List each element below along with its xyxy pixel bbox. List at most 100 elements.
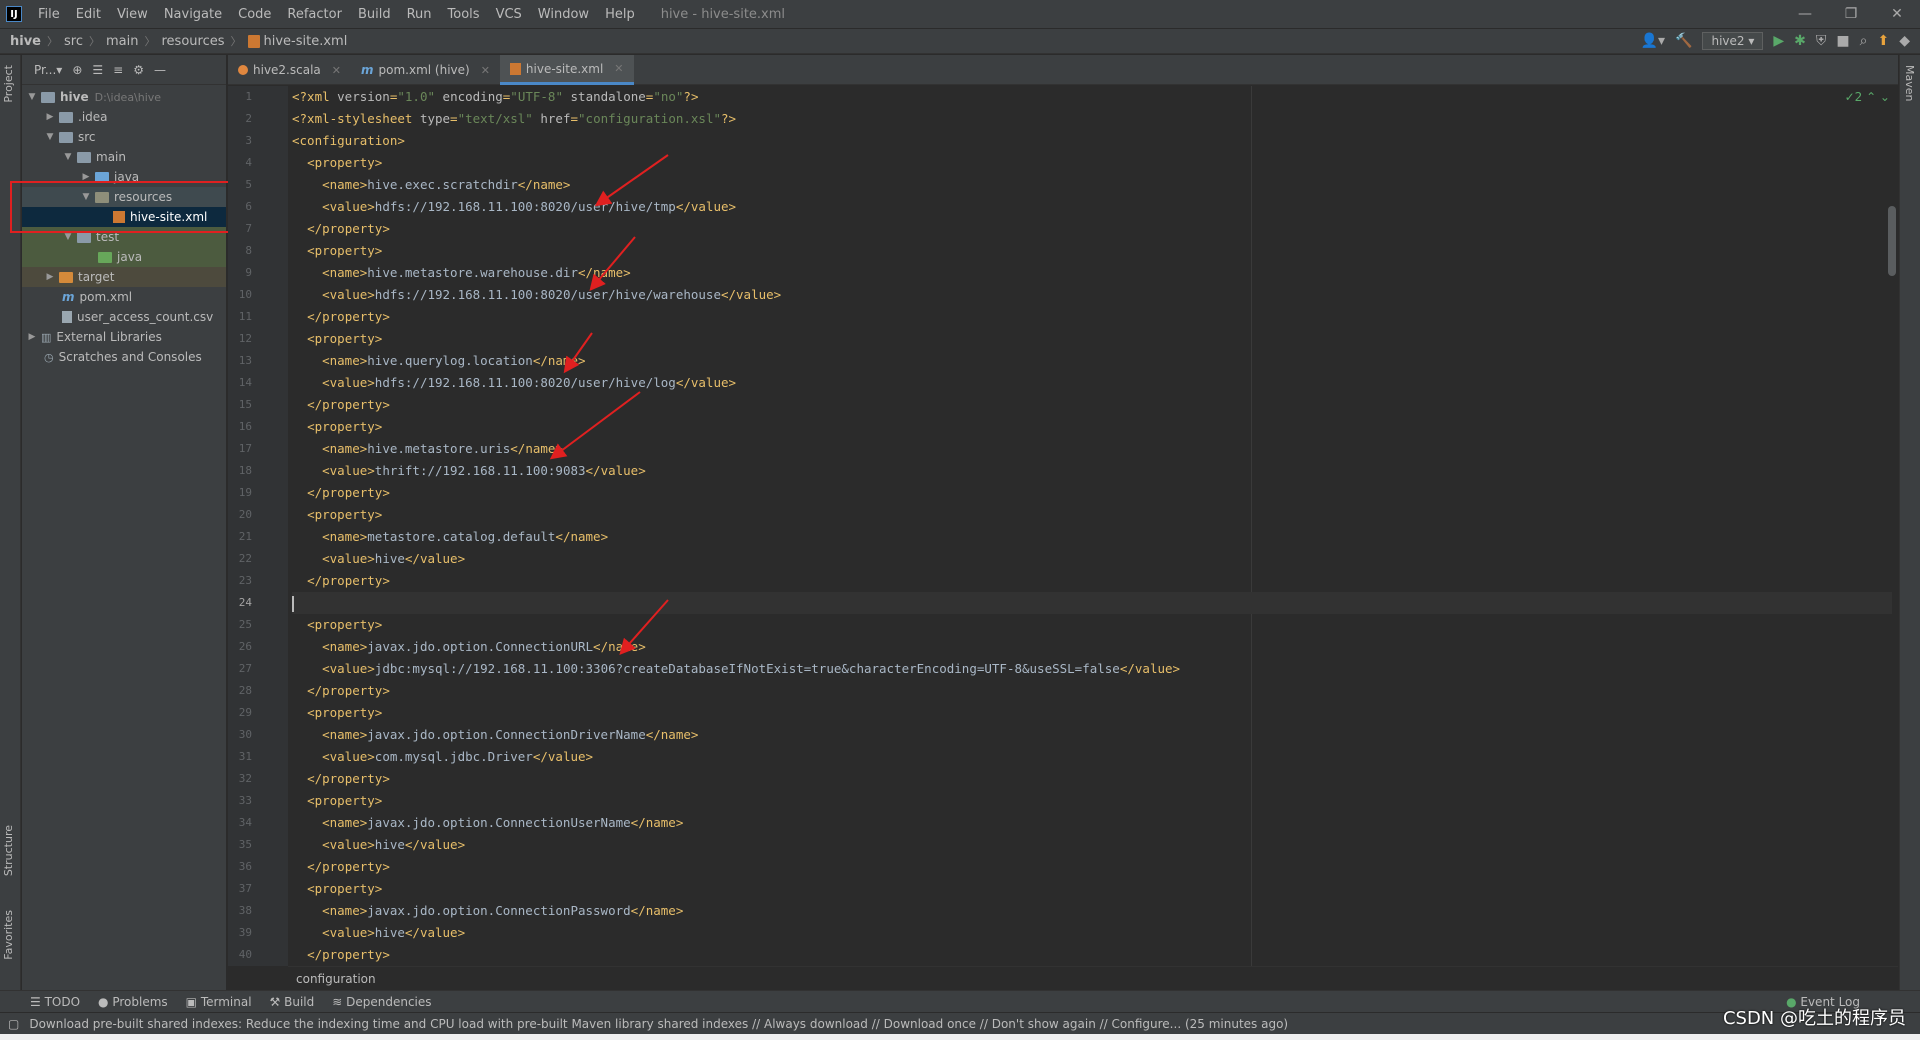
- tree-node-pom-xml[interactable]: m pom.xml: [22, 287, 226, 307]
- hide-icon[interactable]: —: [154, 63, 166, 77]
- close-icon[interactable]: ✕: [481, 64, 490, 77]
- crumb-src[interactable]: src: [64, 34, 83, 49]
- crumb-project[interactable]: hive: [10, 34, 41, 49]
- tree-node-csv[interactable]: user_access_count.csv: [22, 307, 226, 327]
- user-icon[interactable]: 👤▾: [1641, 33, 1665, 49]
- search-icon[interactable]: ⌕: [1860, 33, 1868, 49]
- terminal-tool-button[interactable]: ▣ Terminal: [186, 995, 252, 1009]
- gear-icon[interactable]: ⚙: [133, 63, 144, 77]
- crumb-file[interactable]: hive-site.xml: [264, 34, 348, 49]
- close-icon[interactable]: ✕: [614, 62, 623, 75]
- run-configuration-select[interactable]: hive2 ▾: [1702, 32, 1764, 50]
- menu-window[interactable]: Window: [530, 7, 597, 22]
- close-button[interactable]: ✕: [1874, 6, 1920, 22]
- tab-hive-site-xml[interactable]: hive-site.xml ✕: [499, 55, 634, 85]
- locate-icon[interactable]: ⊕: [72, 63, 82, 77]
- menu-tools[interactable]: Tools: [440, 7, 488, 22]
- stop-icon[interactable]: ■: [1836, 33, 1849, 49]
- code-line[interactable]: <name>javax.jdo.option.ConnectionPasswor…: [292, 900, 1892, 922]
- code-line[interactable]: <name>hive.querylog.location</name>: [292, 350, 1892, 372]
- todo-tool-button[interactable]: ☰ TODO: [30, 995, 80, 1009]
- expand-all-icon[interactable]: ☰: [92, 63, 103, 77]
- collapse-all-icon[interactable]: ≡: [113, 63, 123, 77]
- code-line[interactable]: <value>hive</value>: [292, 834, 1892, 856]
- chevron-down-icon[interactable]: ▼: [62, 232, 74, 242]
- chevron-right-icon[interactable]: ▶: [26, 332, 38, 342]
- debug-icon[interactable]: ✱: [1794, 33, 1806, 49]
- tab-hive2-scala[interactable]: hive2.scala ✕: [228, 55, 351, 85]
- dependencies-tool-button[interactable]: ≋ Dependencies: [332, 995, 431, 1009]
- code-line[interactable]: <property>: [292, 790, 1892, 812]
- line-number-gutter[interactable]: 1 2 3 4 5 6 7 8 9 10 11 12 13 14 15 16 17 18 19 20 21 22 23 24 2…: [228, 86, 288, 966]
- update-icon[interactable]: ⬆: [1877, 33, 1889, 49]
- code-line[interactable]: <value>hive</value>: [292, 548, 1892, 570]
- menu-build[interactable]: Build: [350, 7, 399, 22]
- code-line[interactable]: <name>hive.metastore.warehouse.dir</name…: [292, 262, 1892, 284]
- code-line[interactable]: </property>: [292, 306, 1892, 328]
- code-line[interactable]: </property>: [292, 680, 1892, 702]
- vertical-scrollbar[interactable]: [1888, 206, 1896, 276]
- code-line[interactable]: <value>hdfs://192.168.11.100:8020/user/h…: [292, 372, 1892, 394]
- code-line[interactable]: <name>javax.jdo.option.ConnectionDriverN…: [292, 724, 1892, 746]
- code-line[interactable]: </property>: [292, 768, 1892, 790]
- code-line[interactable]: <value>hive</value>: [292, 922, 1892, 944]
- code-line[interactable]: <value>hdfs://192.168.11.100:8020/user/h…: [292, 196, 1892, 218]
- tree-node-src[interactable]: ▼ src: [22, 127, 226, 147]
- code-line[interactable]: <value>com.mysql.jdbc.Driver</value>: [292, 746, 1892, 768]
- problems-tool-button[interactable]: ● Problems: [98, 995, 168, 1009]
- menu-file[interactable]: File: [30, 7, 68, 22]
- menu-navigate[interactable]: Navigate: [156, 7, 230, 22]
- status-window-icon[interactable]: ▢: [8, 1017, 19, 1031]
- code-line[interactable]: <property>: [292, 328, 1892, 350]
- menu-help[interactable]: Help: [597, 7, 643, 22]
- favorites-tool-button[interactable]: Favorites: [2, 910, 15, 960]
- tree-node-external-libraries[interactable]: ▶ ▥ External Libraries: [22, 327, 226, 347]
- menu-refactor[interactable]: Refactor: [279, 7, 350, 22]
- minimize-button[interactable]: —: [1782, 6, 1828, 22]
- code-line[interactable]: </property>: [292, 570, 1892, 592]
- chevron-right-icon[interactable]: ▶: [44, 112, 56, 122]
- code-line[interactable]: <property>: [292, 152, 1892, 174]
- crumb-resources[interactable]: resources: [161, 34, 224, 49]
- code-line[interactable]: <value>thrift://192.168.11.100:9083</val…: [292, 460, 1892, 482]
- crumb-main[interactable]: main: [106, 34, 138, 49]
- menu-code[interactable]: Code: [230, 7, 279, 22]
- code-editor[interactable]: <?xml version="1.0" encoding="UTF-8" sta…: [288, 86, 1898, 966]
- code-line[interactable]: <?xml-stylesheet type="text/xsl" href="c…: [292, 108, 1892, 130]
- coverage-icon[interactable]: ⛨: [1816, 33, 1827, 49]
- menu-vcs[interactable]: VCS: [488, 7, 530, 22]
- build-tool-button[interactable]: ⚒ Build: [270, 995, 315, 1009]
- code-line[interactable]: <property>: [292, 416, 1892, 438]
- build-hammer-icon[interactable]: 🔨: [1675, 33, 1692, 49]
- project-tool-button[interactable]: Project: [2, 65, 15, 103]
- menu-run[interactable]: Run: [399, 7, 440, 22]
- tree-node-scratches[interactable]: ◷ Scratches and Consoles: [22, 347, 226, 367]
- chevron-right-icon[interactable]: ▶: [44, 272, 56, 282]
- code-line[interactable]: </property>: [292, 394, 1892, 416]
- chevron-down-icon[interactable]: ▼: [62, 152, 74, 162]
- code-line[interactable]: <value>hdfs://192.168.11.100:8020/user/h…: [292, 284, 1892, 306]
- code-line[interactable]: [292, 592, 1892, 614]
- status-message[interactable]: Download pre-built shared indexes: Reduc…: [29, 1017, 1288, 1031]
- run-icon[interactable]: ▶: [1773, 33, 1784, 49]
- code-line[interactable]: <name>javax.jdo.option.ConnectionUserNam…: [292, 812, 1892, 834]
- code-line[interactable]: <property>: [292, 504, 1892, 526]
- jetbrains-toolbox-icon[interactable]: ◆: [1899, 33, 1910, 49]
- chevron-down-icon[interactable]: ▼: [44, 132, 56, 142]
- code-line[interactable]: </property>: [292, 944, 1892, 966]
- tree-node-main[interactable]: ▼ main: [22, 147, 226, 167]
- maven-tool-button[interactable]: Maven: [1903, 65, 1916, 101]
- code-line[interactable]: <name>javax.jdo.option.ConnectionURL</na…: [292, 636, 1892, 658]
- tree-node-test-java[interactable]: java: [22, 247, 226, 267]
- code-line[interactable]: <value>jdbc:mysql://192.168.11.100:3306?…: [292, 658, 1892, 680]
- code-line[interactable]: </property>: [292, 856, 1892, 878]
- menu-edit[interactable]: Edit: [68, 7, 109, 22]
- inspection-widget[interactable]: ✓2 ⌃ ⌄: [1845, 90, 1890, 104]
- code-line[interactable]: <property>: [292, 702, 1892, 724]
- code-line[interactable]: </property>: [292, 218, 1892, 240]
- project-view-select[interactable]: Pr...▾: [34, 63, 62, 77]
- tree-node-idea[interactable]: ▶ .idea: [22, 107, 226, 127]
- restore-button[interactable]: ❐: [1828, 6, 1874, 22]
- menu-view[interactable]: View: [109, 7, 156, 22]
- code-line[interactable]: </property>: [292, 482, 1892, 504]
